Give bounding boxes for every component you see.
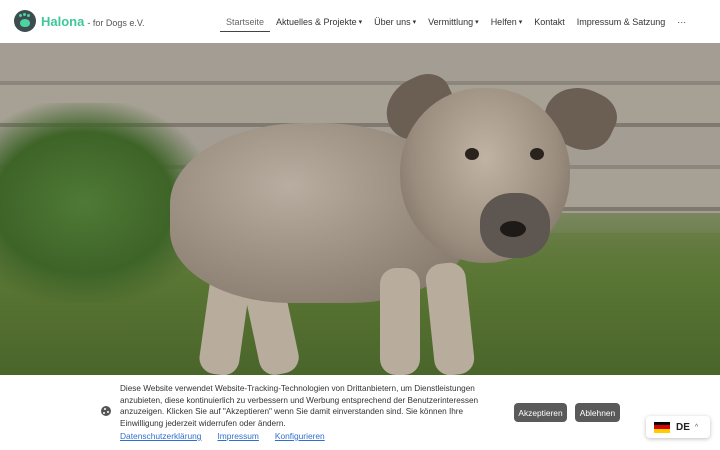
dog-eye <box>465 148 479 160</box>
decline-button[interactable]: Ablehnen <box>575 403 620 422</box>
site-header: Halona - for Dogs e.V. Startseite Aktuel… <box>0 0 720 43</box>
germany-flag-icon <box>654 421 670 433</box>
logo-name: Halona <box>41 13 85 29</box>
nav-item-aktuelles[interactable]: Aktuelles & Projekte ▾ <box>270 0 368 43</box>
more-icon: ··· <box>677 16 687 27</box>
cookie-notice-text: Diese Website verwendet Website-Tracking… <box>120 384 479 428</box>
chevron-down-icon: ▾ <box>358 18 363 26</box>
configure-link[interactable]: Konfigurieren <box>275 431 325 441</box>
chevron-down-icon: ▾ <box>412 18 417 26</box>
nav-label: Kontakt <box>534 16 565 27</box>
language-switcher[interactable]: DE ^ <box>646 416 710 438</box>
nav-item-helfen[interactable]: Helfen ▾ <box>485 0 529 43</box>
nav-label: Helfen <box>490 16 517 27</box>
dog-eye <box>530 148 544 160</box>
nav-label: Startseite <box>226 16 265 27</box>
dog-nose <box>500 221 526 237</box>
paw-logo-icon <box>14 10 36 32</box>
language-code: DE <box>676 421 690 433</box>
nav-item-impressum[interactable]: Impressum & Satzung <box>571 0 672 43</box>
cookie-links: Datenschutzerklärung Impressum Konfiguri… <box>120 431 325 441</box>
nav-item-vermittlung[interactable]: Vermittlung ▾ <box>422 0 485 43</box>
accept-button[interactable]: Akzeptieren <box>514 403 567 422</box>
cookie-icon <box>101 406 111 416</box>
site-logo[interactable]: Halona - for Dogs e.V. <box>14 10 145 32</box>
chevron-up-icon: ^ <box>694 423 699 431</box>
privacy-policy-link[interactable]: Datenschutzerklärung <box>120 431 201 441</box>
logo-subtitle: - for Dogs e.V. <box>87 17 145 28</box>
nav-item-startseite[interactable]: Startseite <box>220 0 271 43</box>
nav-label: Impressum & Satzung <box>576 16 666 27</box>
main-nav: Startseite Aktuelles & Projekte ▾ Über u… <box>220 0 692 43</box>
nav-item-kontakt[interactable]: Kontakt <box>528 0 571 43</box>
nav-more-button[interactable]: ··· <box>671 0 692 43</box>
nav-label: Über uns <box>374 16 411 27</box>
nav-label: Vermittlung <box>428 16 474 27</box>
chevron-down-icon: ▾ <box>475 18 479 26</box>
chevron-down-icon: ▾ <box>518 18 523 26</box>
nav-item-ueber-uns[interactable]: Über uns ▾ <box>368 0 422 43</box>
imprint-link[interactable]: Impressum <box>217 431 258 441</box>
nav-label: Aktuelles & Projekte <box>276 16 357 27</box>
hero-image-puppy <box>0 43 720 375</box>
dog-leg <box>380 268 420 375</box>
